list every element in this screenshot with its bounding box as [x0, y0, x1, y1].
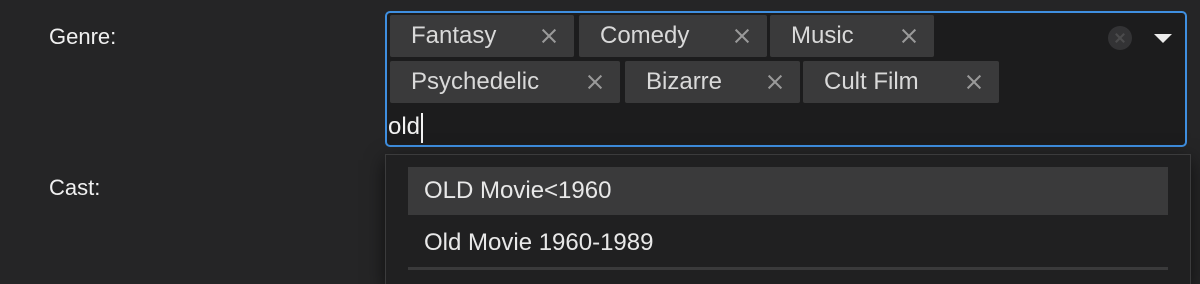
genre-tag-label: Comedy	[600, 22, 690, 49]
genre-tag: Psychedelic	[390, 61, 620, 103]
close-icon[interactable]	[538, 25, 560, 47]
triangle-down-icon[interactable]	[1151, 28, 1175, 48]
option-label: Old Movie 1960-1989	[424, 229, 654, 256]
cast-label: Cast:	[49, 175, 101, 200]
option-label: OLD Movie<1960	[424, 177, 612, 204]
genre-tag-label: Cult Film	[824, 68, 919, 95]
close-icon[interactable]	[764, 71, 786, 93]
genre-options-menu: OLD Movie<1960 Old Movie 1960-1989	[385, 154, 1191, 284]
genre-tag-label: Music	[791, 22, 854, 49]
close-icon[interactable]	[963, 71, 985, 93]
text-caret	[421, 113, 423, 143]
close-icon[interactable]	[584, 71, 606, 93]
genre-tag-label: Psychedelic	[411, 68, 540, 95]
option-old-movie-before-1960[interactable]: OLD Movie<1960	[408, 167, 1168, 215]
genre-label: Genre:	[49, 24, 117, 49]
genre-multiselect[interactable]: Fantasy Comedy Music Psychedelic Bizarre…	[385, 11, 1187, 147]
genre-tag-label: Fantasy	[411, 22, 497, 49]
genre-tag: Comedy	[579, 15, 767, 57]
genre-tag: Bizarre	[625, 61, 800, 103]
genre-search-input[interactable]	[387, 111, 988, 143]
genre-tag-label: Bizarre	[646, 68, 723, 95]
genre-tag: Music	[770, 15, 934, 57]
option-old-movie-1960-1989[interactable]: Old Movie 1960-1989	[408, 219, 1168, 267]
close-icon[interactable]	[898, 25, 920, 47]
clear-circle-icon[interactable]	[1108, 26, 1132, 50]
genre-tag: Fantasy	[390, 15, 574, 57]
genre-tag: Cult Film	[803, 61, 999, 103]
close-icon[interactable]	[731, 25, 753, 47]
